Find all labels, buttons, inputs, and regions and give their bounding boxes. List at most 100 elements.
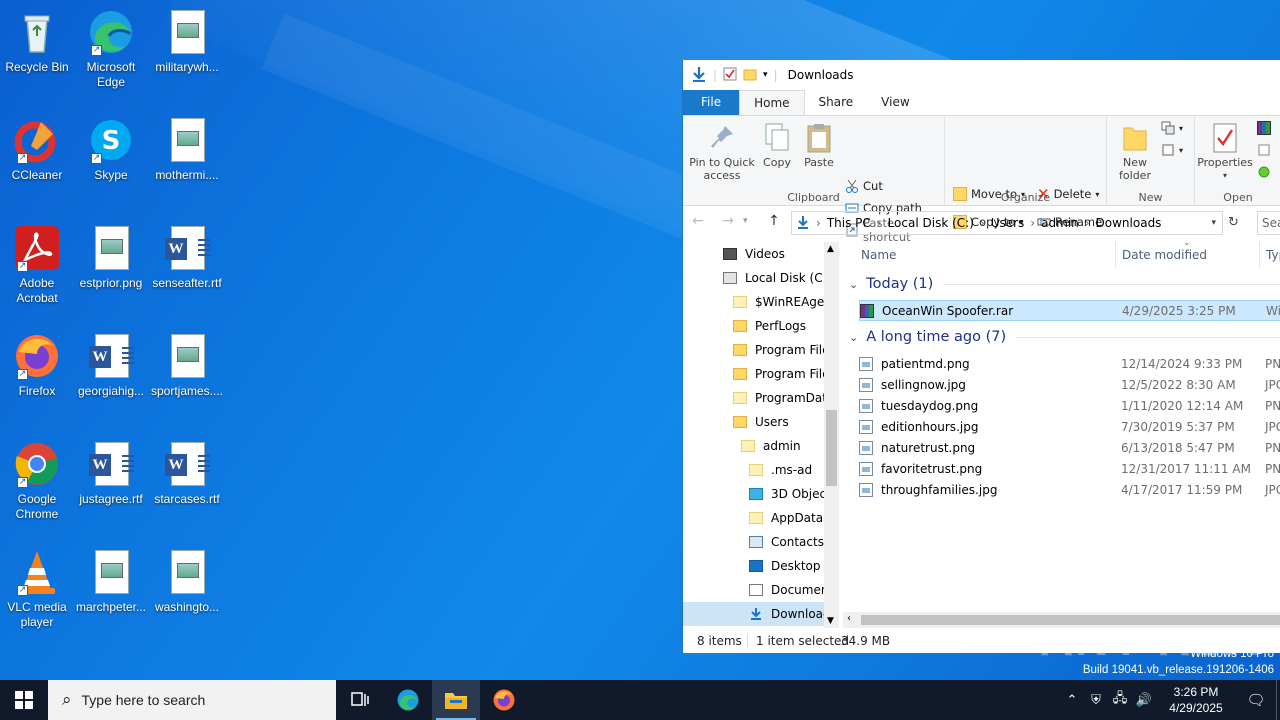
desktop-icon-justagree-rtf[interactable]: W justagree.rtf: [74, 440, 148, 507]
task-view-button[interactable]: [336, 680, 384, 720]
desktop-icon-mothermi[interactable]: mothermi....: [150, 116, 224, 183]
file-row-oceanwin-spoofer[interactable]: OceanWin Spoofer.rar 4/29/2025 3:25 PM W…: [859, 300, 1280, 321]
notifications-icon[interactable]: 🗨: [1236, 691, 1276, 709]
recent-locations-chevron-icon[interactable]: ▾: [743, 216, 759, 226]
column-header-type[interactable]: Typ: [1266, 242, 1280, 268]
breadcrumb-local-disk[interactable]: Local Disk (C:): [888, 216, 974, 230]
column-header-name[interactable]: Name: [861, 242, 896, 268]
breadcrumb-users[interactable]: Users: [991, 216, 1025, 230]
show-hidden-icons-chevron-icon[interactable]: ⌃: [1060, 693, 1084, 708]
desktop-icon-militarywh[interactable]: militarywh...: [150, 8, 224, 75]
file-row[interactable]: tuesdaydog.png 1/11/2020 12:14 AM PN: [859, 395, 1280, 416]
file-row[interactable]: sellingnow.jpg12/5/2022 8:30 AMJPG: [859, 374, 1280, 395]
volume-icon[interactable]: 🔊: [1132, 693, 1156, 708]
desktop-icon-senseafter-rtf[interactable]: W senseafter.rtf: [150, 224, 224, 291]
new-item-button[interactable]: ▾: [1161, 118, 1183, 138]
scroll-thumb[interactable]: [861, 615, 1280, 625]
nav-item-desktop[interactable]: Desktop: [749, 554, 821, 578]
group-header-today[interactable]: ⌄ Today (1): [849, 276, 1280, 292]
file-row[interactable]: throughfamilies.jpg4/17/2017 11:59 PMJPG: [859, 479, 1280, 500]
nav-item-local-disk[interactable]: Local Disk (C:): [723, 266, 831, 290]
column-divider[interactable]: [1115, 242, 1116, 268]
properties-button[interactable]: Properties ▾: [1197, 122, 1253, 182]
customize-dropdown-icon[interactable]: ▾: [763, 70, 768, 80]
taskbar-edge[interactable]: [384, 680, 432, 720]
desktop-icon-estprior-png[interactable]: estprior.png: [74, 224, 148, 291]
scroll-left-arrow-icon[interactable]: ‹: [847, 613, 851, 624]
address-dropdown-chevron-icon[interactable]: ▾: [1211, 218, 1216, 228]
edit-icon[interactable]: [1257, 140, 1271, 160]
show-desktop-button[interactable]: [1276, 680, 1280, 720]
nav-item-users[interactable]: Users: [733, 410, 789, 434]
recycle-bin-icon: [13, 8, 61, 56]
taskbar-firefox[interactable]: [480, 680, 528, 720]
group-collapse-chevron-icon[interactable]: ⌄: [849, 278, 858, 291]
column-divider[interactable]: [1259, 242, 1260, 268]
desktop-icon-marchpeter[interactable]: marchpeter...: [74, 548, 148, 615]
desktop-icon-recycle-bin[interactable]: Recycle Bin: [0, 8, 74, 75]
scroll-thumb[interactable]: [826, 410, 837, 486]
up-arrow-icon[interactable]: ↑: [759, 213, 789, 229]
breadcrumb-this-pc[interactable]: This PC: [827, 216, 871, 230]
start-button[interactable]: [0, 680, 48, 720]
taskbar-search-box[interactable]: ⌕ Type here to search: [48, 680, 336, 720]
nav-item-appdata[interactable]: AppData: [749, 506, 823, 530]
desktop-icon-microsoft-edge[interactable]: ↗ Microsoft Edge: [74, 8, 148, 90]
forward-arrow-icon[interactable]: →: [713, 213, 743, 229]
easy-access-button[interactable]: ▾: [1161, 140, 1183, 160]
nav-item-ms-ad[interactable]: .ms-ad: [749, 458, 812, 482]
security-shield-icon[interactable]: ⛨: [1084, 693, 1108, 708]
desktop-icon-adobe-acrobat[interactable]: ↗ Adobe Acrobat: [0, 224, 74, 306]
nav-item-program-files[interactable]: Program Files: [733, 338, 836, 362]
desktop-icon-google-chrome[interactable]: ↗ Google Chrome: [0, 440, 74, 522]
nav-item-admin[interactable]: admin: [741, 434, 801, 458]
group-header-long-ago[interactable]: ⌄ A long time ago (7): [849, 329, 1280, 345]
desktop-icon-vlc[interactable]: ↗ VLC media player: [0, 548, 74, 630]
desktop-icon-firefox[interactable]: ↗ Firefox: [0, 332, 74, 399]
pin-to-quick-access-button[interactable]: Pin to Quick access: [689, 122, 755, 182]
properties-check-icon[interactable]: [723, 67, 737, 84]
open-winrar-icon[interactable]: [1257, 118, 1271, 138]
copy-button[interactable]: Copy: [757, 122, 797, 169]
file-row[interactable]: patientmd.png 12/14/2024 9:33 PM PN: [859, 353, 1280, 374]
clock[interactable]: 3:26 PM 4/29/2025: [1156, 684, 1236, 716]
column-header-date-modified[interactable]: Date modified: [1122, 242, 1207, 268]
nav-item-contacts[interactable]: Contacts: [749, 530, 824, 554]
file-row[interactable]: favoritetrust.png 12/31/2017 11:11 AM PN: [859, 458, 1280, 479]
new-folder-icon[interactable]: [743, 67, 757, 84]
history-icon[interactable]: [1257, 162, 1271, 182]
group-collapse-chevron-icon[interactable]: ⌄: [849, 331, 858, 344]
taskbar-file-explorer[interactable]: [432, 680, 480, 720]
tab-view[interactable]: View: [867, 90, 923, 115]
nav-item-program-files-x86[interactable]: Program Files: [733, 362, 836, 386]
tab-file[interactable]: File: [683, 90, 740, 115]
back-arrow-icon[interactable]: ←: [683, 213, 713, 229]
desktop-icon-ccleaner[interactable]: ↗ CCleaner: [0, 116, 74, 183]
tab-share[interactable]: Share: [805, 90, 868, 115]
new-folder-button[interactable]: New folder: [1115, 122, 1155, 182]
file-row[interactable]: editionhours.jpg7/30/2019 5:37 PMJPG: [859, 416, 1280, 437]
desktop-icon-starcases-rtf[interactable]: W starcases.rtf: [150, 440, 224, 507]
paste-button[interactable]: Paste: [799, 122, 839, 169]
folder-icon: [733, 416, 747, 428]
horizontal-scrollbar[interactable]: ‹: [843, 612, 1280, 628]
nav-item-winreagent[interactable]: $WinREAgent: [733, 290, 837, 314]
address-bar[interactable]: › This PC › Local Disk (C:) › Users › ad…: [791, 211, 1223, 235]
refresh-icon[interactable]: ↻: [1228, 215, 1239, 230]
desktop-icon-skype[interactable]: S ↗ Skype: [74, 116, 148, 183]
nav-item-videos[interactable]: Videos: [723, 242, 785, 266]
search-box[interactable]: Sea: [1257, 211, 1280, 235]
nav-item-perflogs[interactable]: PerfLogs: [733, 314, 806, 338]
tab-home[interactable]: Home: [739, 90, 805, 115]
scroll-down-arrow-icon[interactable]: ▼: [827, 616, 834, 626]
file-row[interactable]: naturetrust.png 6/13/2018 5:47 PM PN: [859, 437, 1280, 458]
scroll-up-arrow-icon[interactable]: ▲: [827, 244, 834, 254]
network-icon[interactable]: 🖧: [1108, 689, 1132, 711]
nav-item-programdata[interactable]: ProgramData: [733, 386, 834, 410]
breadcrumb-downloads[interactable]: Downloads: [1096, 216, 1162, 230]
breadcrumb-admin[interactable]: admin: [1041, 216, 1079, 230]
desktop-icon-sportjames[interactable]: sportjames....: [150, 332, 224, 399]
nav-pane-scrollbar[interactable]: ▲ ▼: [824, 242, 839, 628]
desktop-icon-georgiahig[interactable]: W georgiahig...: [74, 332, 148, 399]
desktop-icon-washingto[interactable]: washingto...: [150, 548, 224, 615]
